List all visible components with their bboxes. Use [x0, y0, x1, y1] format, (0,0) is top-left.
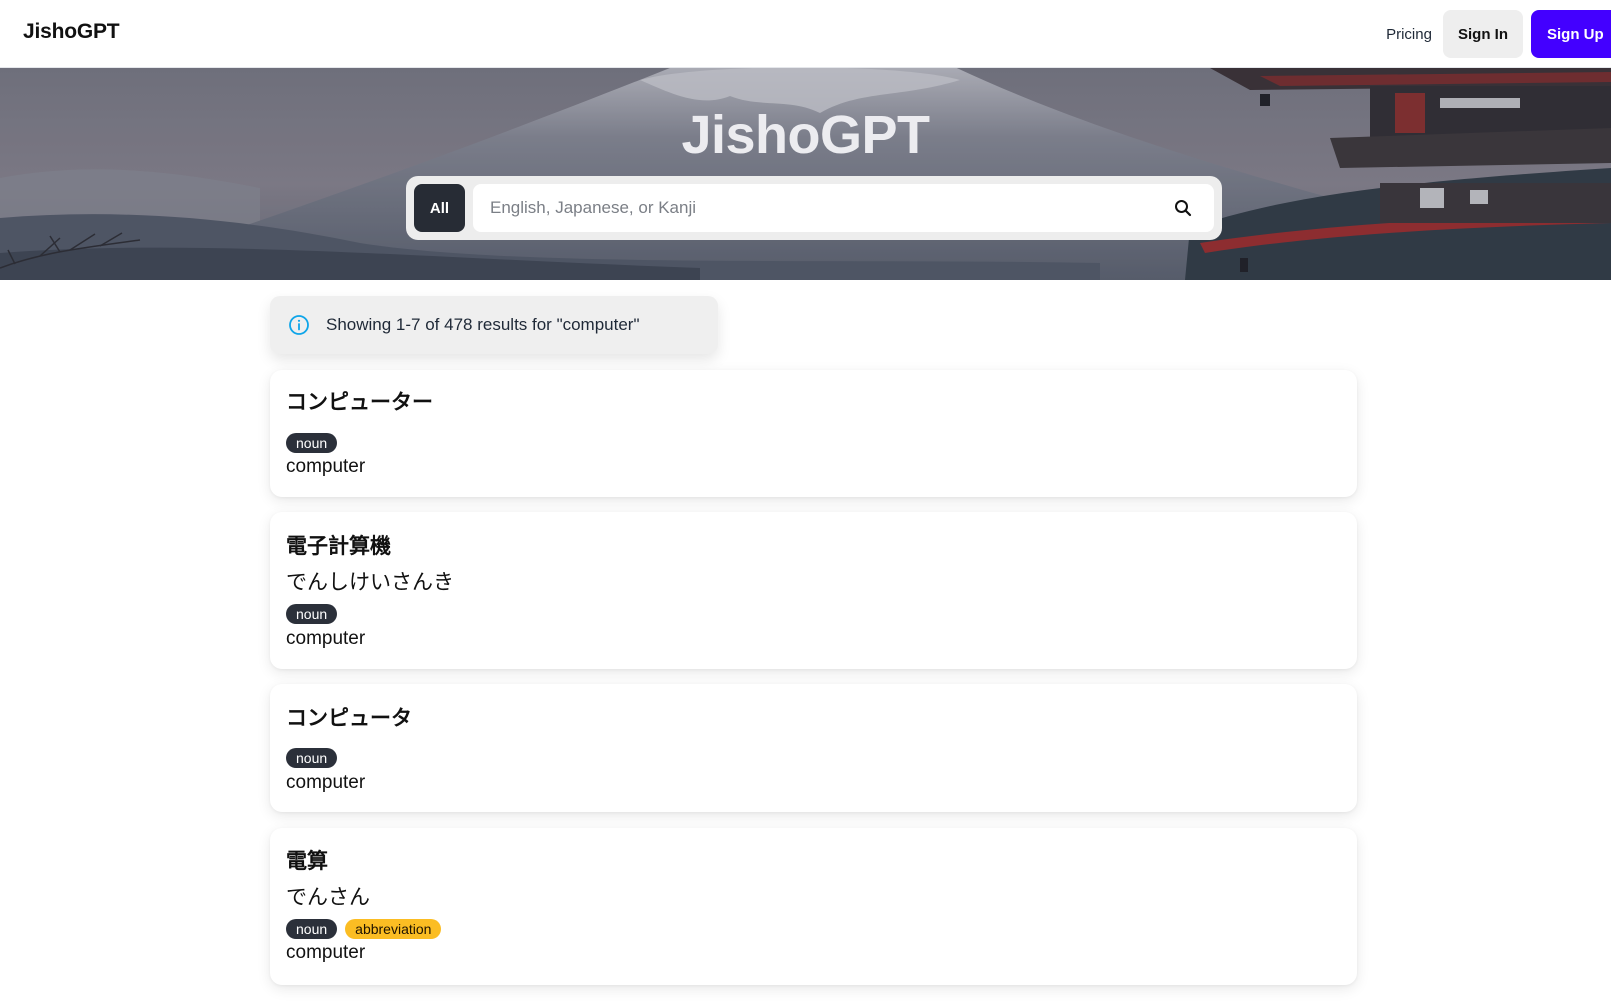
- results-summary-alert: Showing 1-7 of 478 results for "computer…: [270, 296, 718, 354]
- noun-tag: noun: [286, 919, 338, 939]
- result-meaning: computer: [286, 456, 366, 477]
- sign-up-button[interactable]: Sign Up: [1531, 10, 1611, 58]
- result-reading: でんさん: [286, 885, 370, 909]
- noun-tag: noun: [286, 433, 338, 453]
- result-tags: noun: [286, 604, 338, 624]
- result-card[interactable]: 電算 でんさん noun abbreviation computer: [270, 828, 1357, 985]
- brand-logo[interactable]: JishoGPT: [23, 20, 120, 44]
- results-summary-text: Showing 1-7 of 478 results for "computer…: [326, 315, 640, 334]
- info-icon: [288, 314, 310, 336]
- result-word: 電算: [286, 849, 328, 873]
- search-bar: All: [406, 176, 1222, 240]
- hero-banner: JishoGPT All: [0, 68, 1611, 280]
- noun-tag: noun: [286, 604, 338, 624]
- result-reading: でんしけいさんき: [286, 570, 454, 594]
- mountain-pagoda-background: [0, 68, 1611, 280]
- top-navbar: JishoGPT Pricing Sign In Sign Up: [0, 0, 1611, 68]
- result-word: コンピューター: [286, 390, 433, 414]
- result-meaning: computer: [286, 628, 366, 649]
- abbreviation-tag: abbreviation: [345, 919, 442, 939]
- search-icon[interactable]: [1171, 196, 1195, 220]
- noun-tag: noun: [286, 748, 338, 768]
- result-card[interactable]: 電子計算機 でんしけいさんき noun computer: [270, 512, 1357, 669]
- result-meaning: computer: [286, 772, 366, 793]
- hero-title: JishoGPT: [681, 105, 930, 165]
- result-tags: noun abbreviation: [286, 919, 442, 939]
- search-input[interactable]: [473, 184, 1163, 232]
- result-word: コンピュータ: [286, 706, 412, 730]
- search-box: [473, 184, 1214, 232]
- sign-in-button[interactable]: Sign In: [1443, 10, 1523, 58]
- result-tags: noun: [286, 748, 338, 768]
- result-card[interactable]: コンピューター noun computer: [270, 370, 1357, 497]
- search-filter-dropdown[interactable]: All: [414, 184, 465, 232]
- result-word: 電子計算機: [286, 534, 391, 558]
- result-tags: noun: [286, 433, 338, 453]
- result-card[interactable]: コンピュータ noun computer: [270, 684, 1357, 812]
- result-meaning: computer: [286, 942, 366, 963]
